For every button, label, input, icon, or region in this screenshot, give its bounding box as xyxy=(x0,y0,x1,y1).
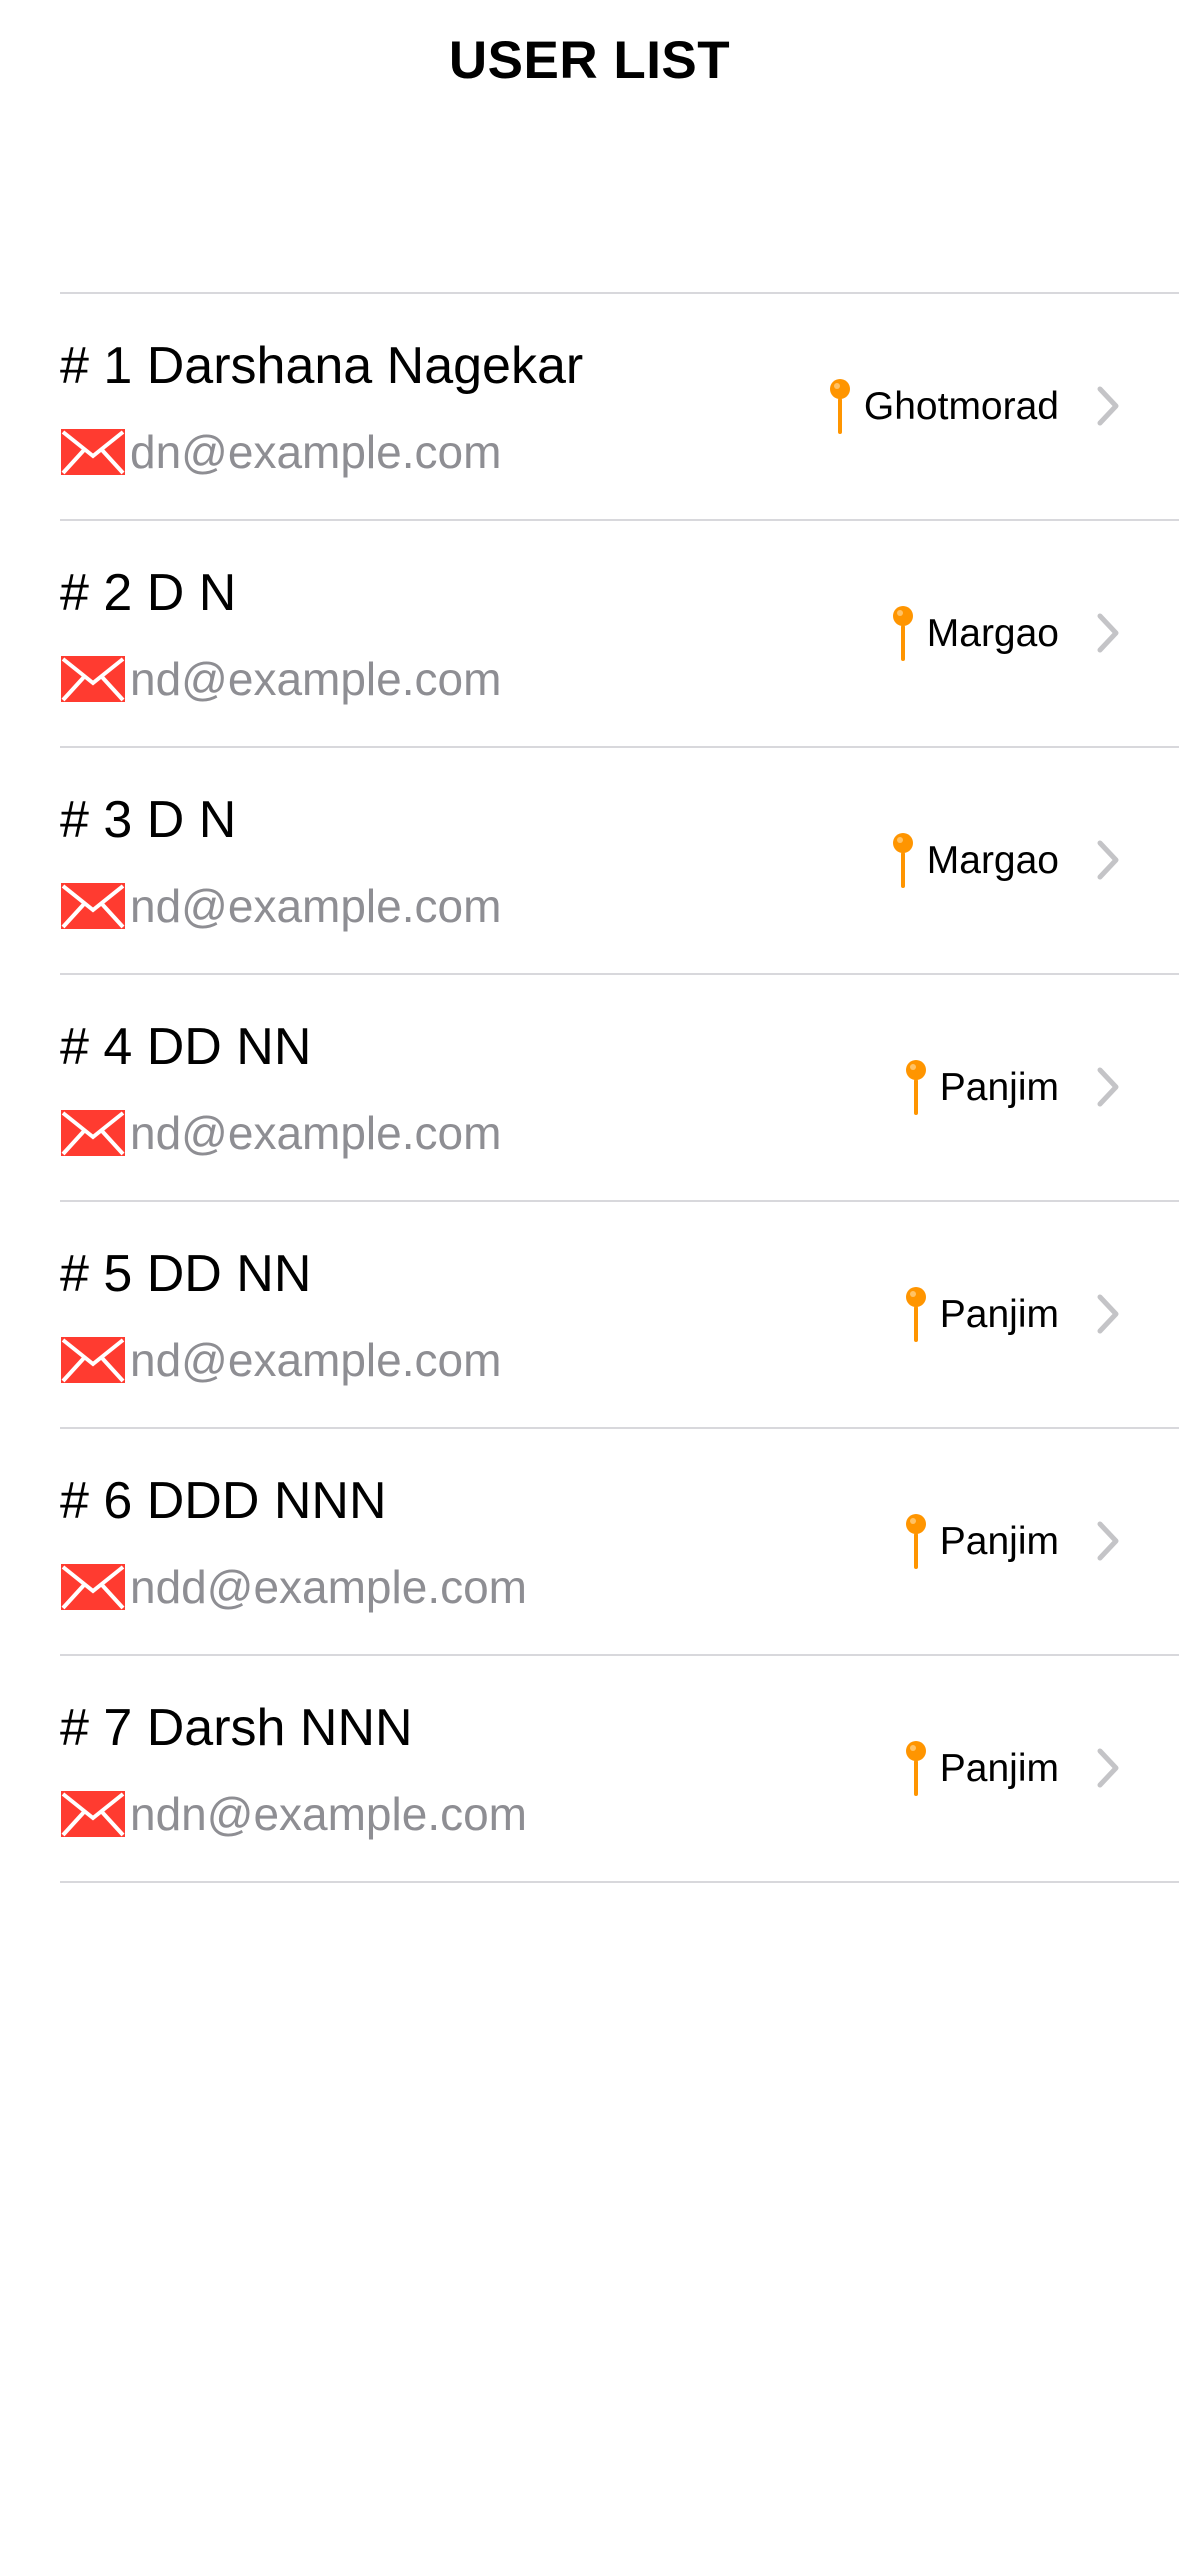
map-pin-icon xyxy=(892,606,913,661)
location-label: Ghotmorad xyxy=(863,385,1059,428)
user-email: ndn@example.com xyxy=(130,1788,527,1840)
list-item[interactable]: # 1 Darshana Nagekar dn@example.com Ghot… xyxy=(60,294,1179,521)
user-title: # 1 Darshana Nagekar xyxy=(60,337,584,395)
map-pin-icon xyxy=(905,1060,926,1115)
user-location: Margao xyxy=(889,606,1059,662)
user-location: Margao xyxy=(889,833,1059,889)
map-pin-icon xyxy=(905,1741,926,1796)
user-location: Panjim xyxy=(902,1287,1059,1343)
email-line: nd@example.com xyxy=(60,1332,501,1388)
map-pin-icon xyxy=(892,833,913,888)
location-label: Margao xyxy=(926,612,1059,655)
user-email: nd@example.com xyxy=(130,880,502,932)
user-title: # 5 DD NN xyxy=(60,1245,312,1303)
user-title: # 7 Darsh NNN xyxy=(60,1699,413,1757)
user-email: nd@example.com xyxy=(130,1334,502,1386)
email-line: dn@example.com xyxy=(60,424,501,480)
list-item[interactable]: # 5 DD NN nd@example.com Panjim xyxy=(60,1202,1179,1429)
user-email: dn@example.com xyxy=(130,426,502,478)
email-line: nd@example.com xyxy=(60,1105,501,1161)
map-pin-icon xyxy=(829,379,850,434)
location-label: Panjim xyxy=(939,1520,1059,1563)
user-email: nd@example.com xyxy=(130,1107,502,1159)
envelope-icon xyxy=(61,656,125,702)
email-line: nd@example.com xyxy=(60,651,501,707)
list-item[interactable]: # 4 DD NN nd@example.com Panjim xyxy=(60,975,1179,1202)
user-email: nd@example.com xyxy=(130,653,502,705)
chevron-right-icon xyxy=(1097,1067,1119,1107)
list-item[interactable]: # 3 D N nd@example.com Margao xyxy=(60,748,1179,975)
user-location: Panjim xyxy=(902,1060,1059,1116)
email-line: ndd@example.com xyxy=(60,1559,527,1615)
envelope-icon xyxy=(61,883,125,929)
list-item[interactable]: # 2 D N nd@example.com Margao xyxy=(60,521,1179,748)
location-label: Panjim xyxy=(939,1293,1059,1336)
map-pin-icon xyxy=(905,1514,926,1569)
envelope-icon xyxy=(61,1337,125,1383)
chevron-right-icon xyxy=(1097,386,1119,426)
user-title: # 6 DDD NNN xyxy=(60,1472,387,1530)
user-location: Ghotmorad xyxy=(826,379,1059,435)
user-title: # 2 D N xyxy=(60,564,237,622)
chevron-right-icon xyxy=(1097,1521,1119,1561)
map-pin-icon xyxy=(905,1287,926,1342)
email-line: ndn@example.com xyxy=(60,1786,527,1842)
envelope-icon xyxy=(61,429,125,475)
user-title: # 3 D N xyxy=(60,791,237,849)
list-item[interactable]: # 6 DDD NNN ndd@example.com Panjim xyxy=(60,1429,1179,1656)
email-line: nd@example.com xyxy=(60,878,501,934)
location-label: Panjim xyxy=(939,1066,1059,1109)
envelope-icon xyxy=(61,1791,125,1837)
user-email: ndd@example.com xyxy=(130,1561,527,1613)
chevron-right-icon xyxy=(1097,613,1119,653)
envelope-icon xyxy=(61,1110,125,1156)
envelope-icon xyxy=(61,1564,125,1610)
location-label: Margao xyxy=(926,839,1059,882)
user-title: # 4 DD NN xyxy=(60,1018,312,1076)
page-title: USER LIST xyxy=(448,31,731,90)
user-list: # 1 Darshana Nagekar dn@example.com Ghot… xyxy=(60,292,1179,1883)
chevron-right-icon xyxy=(1097,1748,1119,1788)
location-label: Panjim xyxy=(939,1747,1059,1790)
chevron-right-icon xyxy=(1097,840,1119,880)
user-location: Panjim xyxy=(902,1514,1059,1570)
user-location: Panjim xyxy=(902,1741,1059,1797)
list-item[interactable]: # 7 Darsh NNN ndn@example.com Panjim xyxy=(60,1656,1179,1883)
chevron-right-icon xyxy=(1097,1294,1119,1334)
